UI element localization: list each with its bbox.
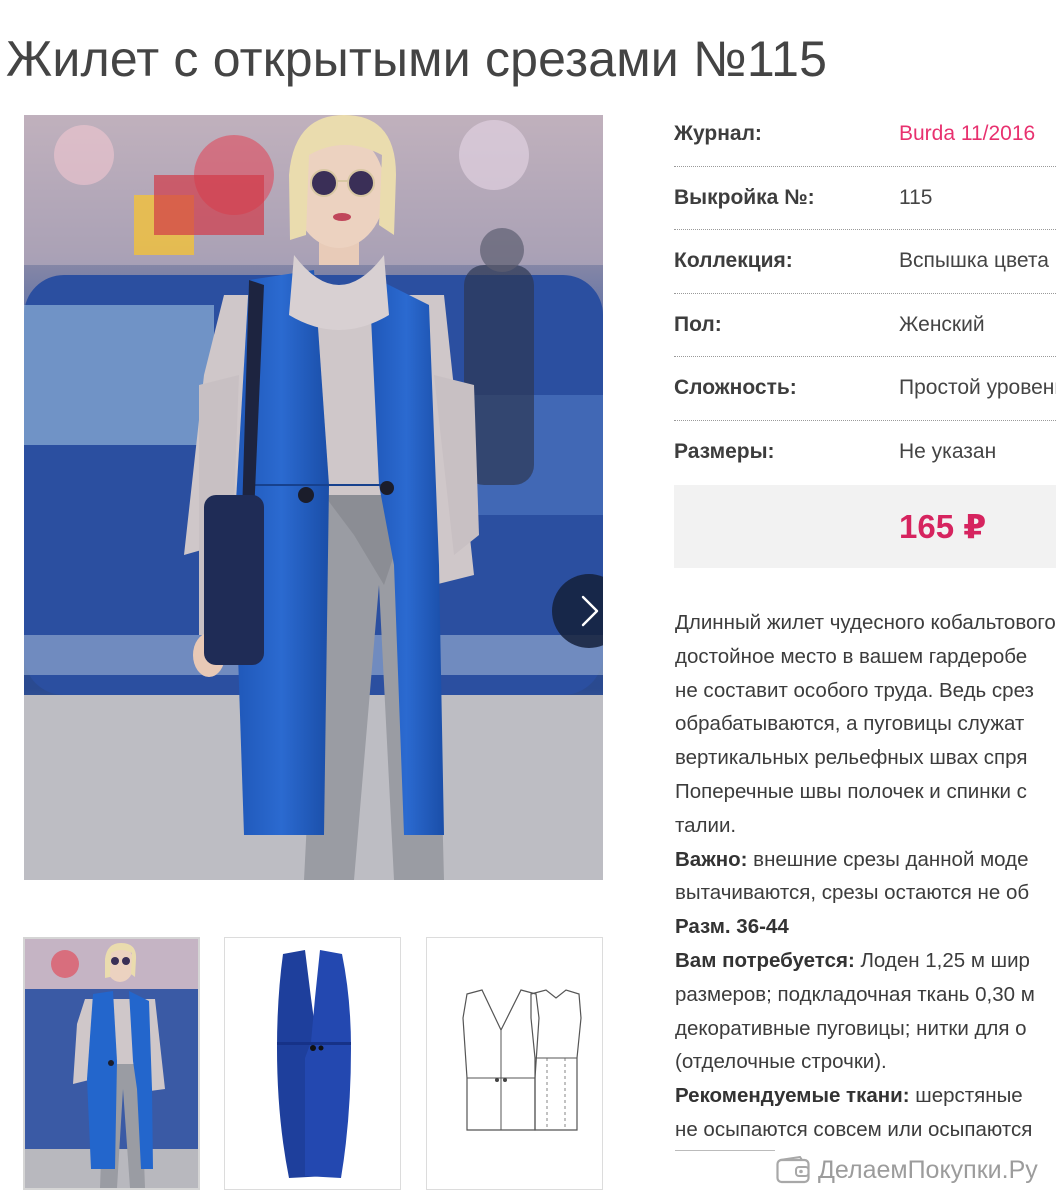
description-line: талии. [675,813,737,837]
important-label: Важно: [675,847,748,871]
product-description: Длинный жилет чудесного кобальтового дос… [675,606,1056,1147]
thumbnail-photo[interactable] [23,937,200,1190]
description-line: (отделочные строчки). [675,1050,887,1074]
description-text: Лоден 1,25 м шир [854,948,1030,972]
price-box: 165 ₽ [674,485,1056,568]
description-line: вытачиваются, срезы остаются не об [675,881,1030,905]
description-text: внешние срезы данной моде [747,847,1029,871]
vest-front-image [225,938,400,1189]
info-label: Коллекция: [674,249,793,273]
materials-needed: Вам потребуется: Лоден 1,25 м шир [675,944,1056,978]
info-row-magazine: Журнал: Burda 11/2016 [674,103,1056,167]
divider [675,1150,775,1151]
info-value: Простой уровень [899,376,1056,400]
recommended-fabrics: Рекомендуемые ткани: шерстяные [675,1079,1056,1113]
wallet-icon [776,1156,810,1184]
info-label: Пол: [674,312,722,336]
info-label: Размеры: [674,440,775,464]
info-row-difficulty: Сложность: Простой уровень [674,357,1056,421]
main-product-photo [24,115,603,880]
description-line: не осыпаются совсем или осыпаются [675,1117,1033,1141]
price: 165 ₽ [899,508,987,545]
page-title: Жилет с открытыми срезами №115 [6,31,828,87]
info-value: 115 [899,185,933,209]
description-line: декоративные пуговицы; нитки для о [675,1016,1027,1040]
info-value: Вспышка цвета [899,249,1049,273]
site-watermark: ДелаемПокупки.Ру [776,1152,1038,1188]
description-line: Поперечные швы полочек и спинки с [675,779,1027,803]
info-value: Женский [899,312,985,336]
description-line: обрабатываются, а пуговицы служат [675,712,1025,736]
fabrics-label: Рекомендуемые ткани: [675,1084,910,1108]
description-line: размеров; подкладочная ткань 0,30 м [675,982,1035,1006]
watermark-text: ДелаемПокупки.Ру [818,1155,1038,1184]
materials-label: Вам потребуется: [675,948,855,972]
thumbnail-technical-drawing[interactable] [426,937,603,1190]
description-line: вертикальных рельефных швах спря [675,746,1028,770]
info-row-sizes: Размеры: Не указан [674,421,1056,485]
description-line: Длинный жилет чудесного кобальтового [675,611,1056,634]
thumbnail-model-image [25,939,198,1188]
info-row-collection: Коллекция: Вспышка цвета [674,230,1056,294]
chevron-right-icon [581,595,599,627]
sizes-label: Разм. 36-44 [675,915,789,939]
technical-drawing-image [427,938,602,1189]
info-row-gender: Пол: Женский [674,294,1056,357]
sizes-line: Разм. 36-44 [675,910,1056,944]
info-label: Журнал: [674,122,762,146]
info-value: Не указан [899,440,997,464]
thumbnail-front-view[interactable] [224,937,401,1190]
pattern-info-table: Журнал: Burda 11/2016 Выкройка №: 115 Ко… [674,103,1056,484]
description-line: достойное место в вашем гардеробе [675,644,1028,668]
description-line: не составит особого труда. Ведь срез [675,678,1034,702]
info-label: Сложность: [674,376,797,400]
important-note: Важно: внешние срезы данной моде [675,843,1056,877]
description-text: шерстяные [909,1084,1023,1108]
info-label: Выкройка №: [674,185,815,209]
model-photo-illustration [24,115,603,880]
info-row-pattern-number: Выкройка №: 115 [674,167,1056,230]
magazine-link[interactable]: Burda 11/2016 [899,122,1035,146]
